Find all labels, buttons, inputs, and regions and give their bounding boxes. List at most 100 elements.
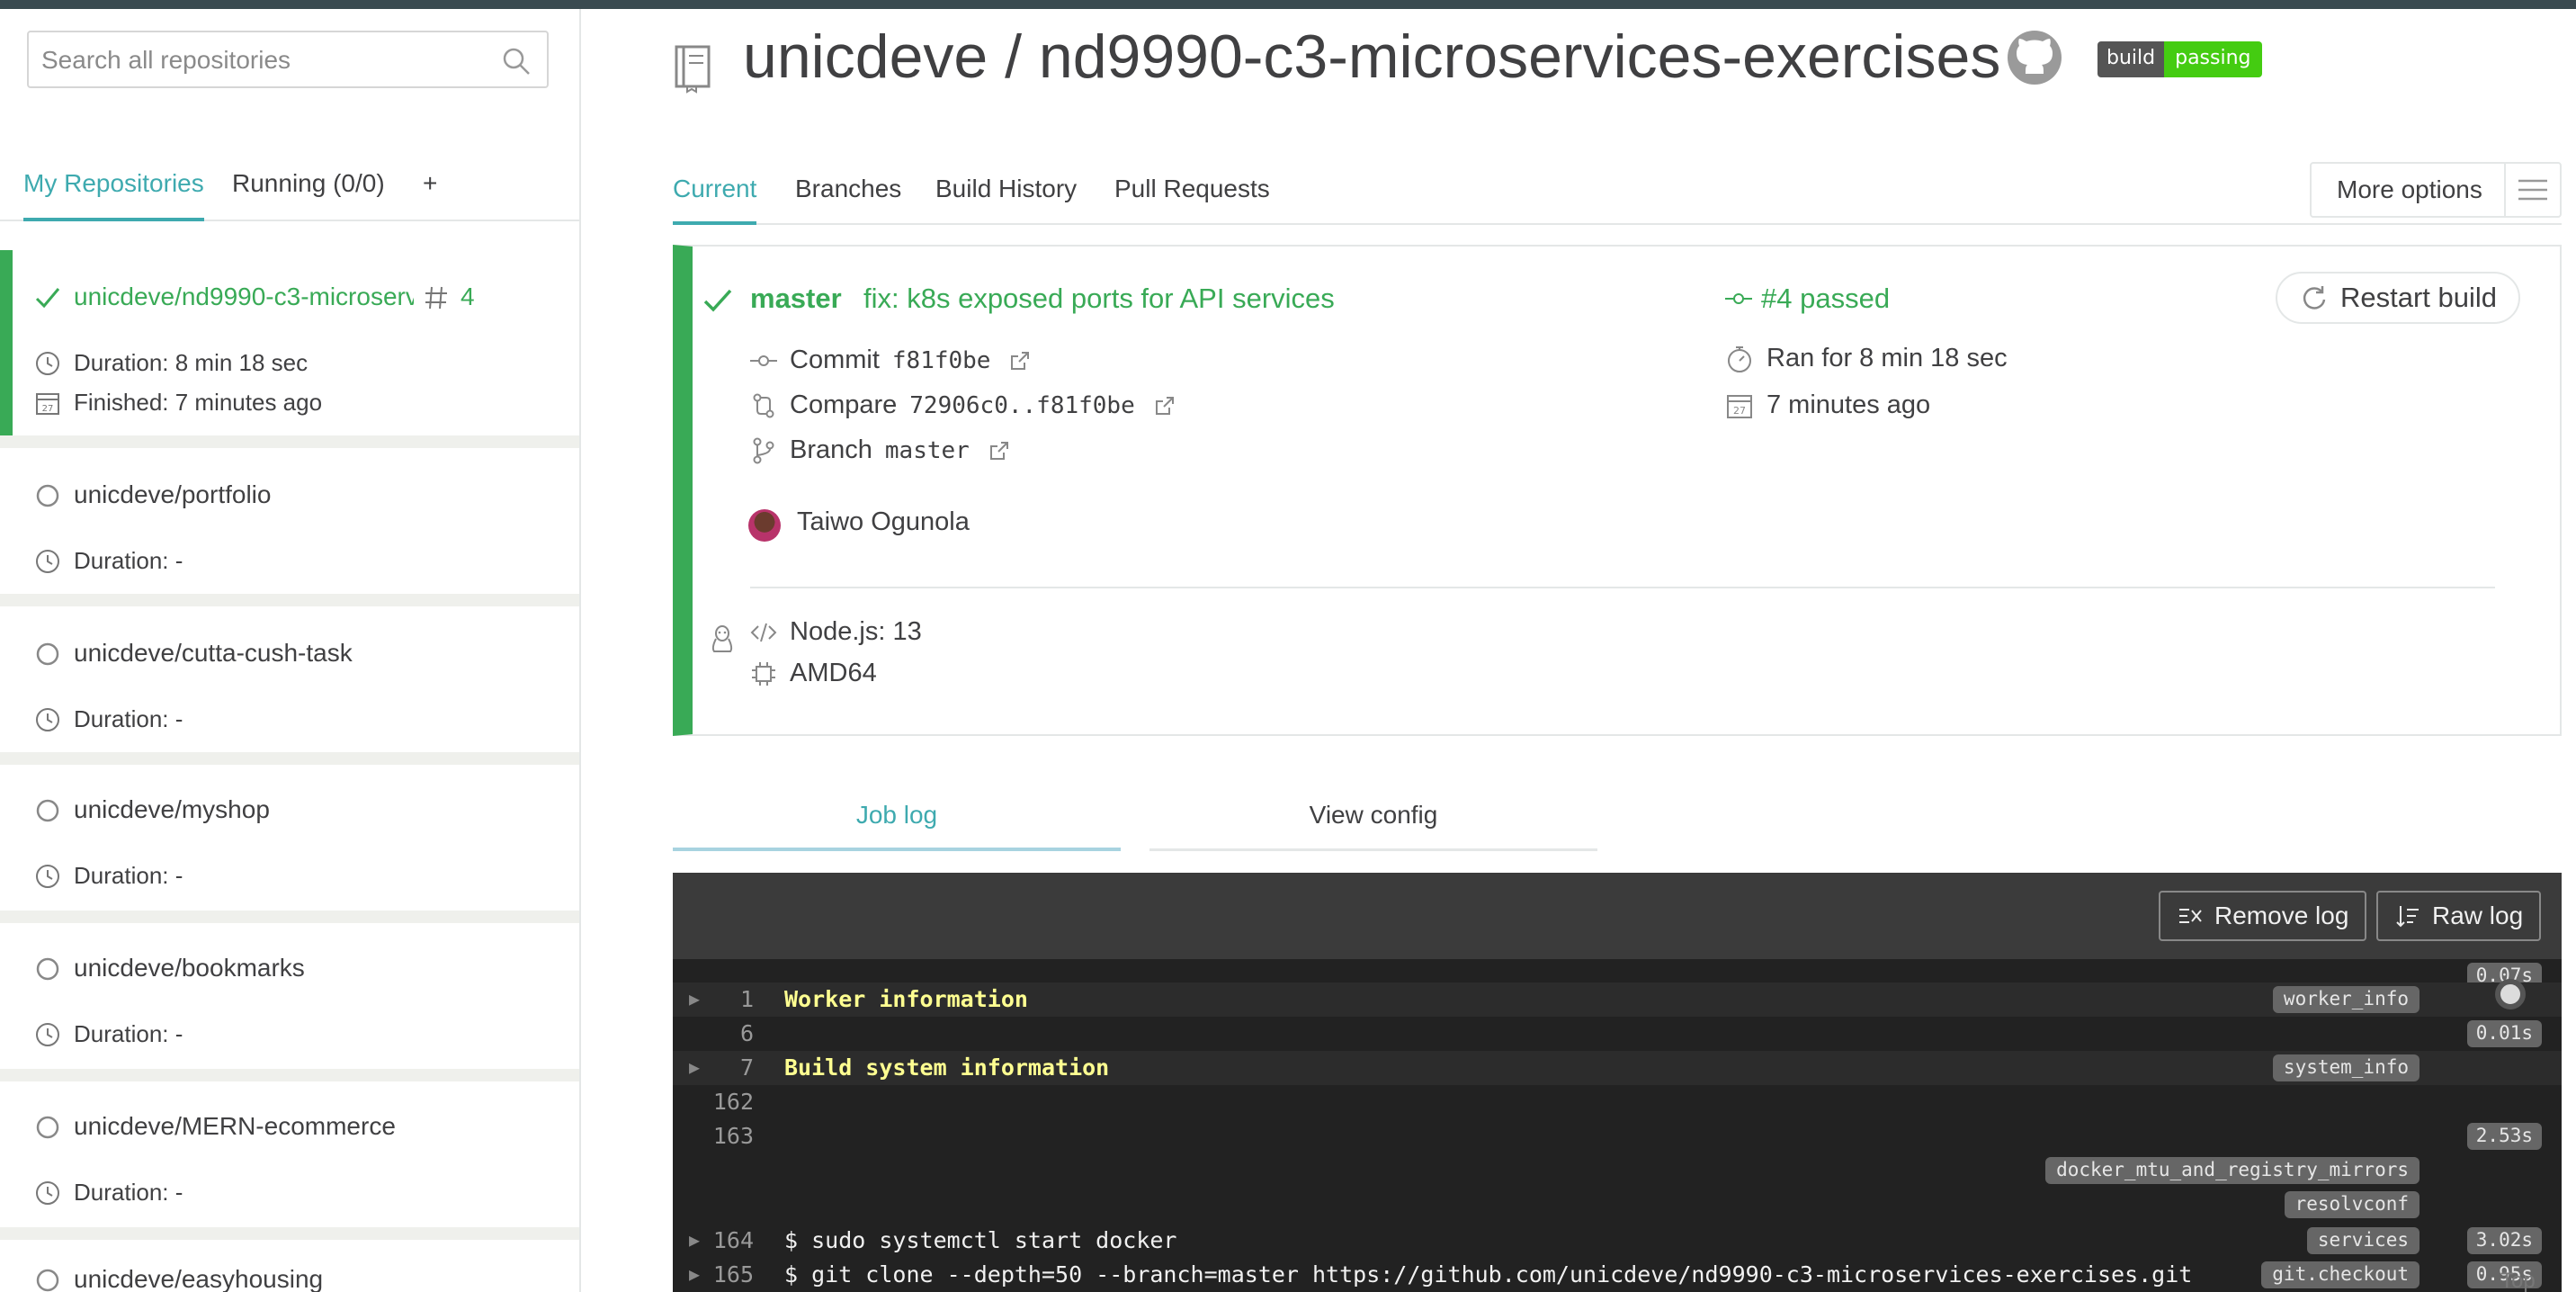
fold-tag: services [2306,1227,2419,1254]
log-line[interactable]: ▶ 164 $ sudo systemctl start docker serv… [673,1224,2562,1258]
duration-text: Duration: 8 min 18 sec [74,349,309,376]
log-toolbar: Remove log Raw log [673,873,2562,959]
compare-icon [753,393,774,417]
tab-view-config[interactable]: View config [1149,783,1597,851]
github-icon[interactable] [2006,29,2063,86]
add-repository-button[interactable]: + [423,169,437,221]
log-line[interactable]: 162 [673,1085,2562,1119]
repo-finished: 27 Finished: 7 minutes ago [34,389,322,417]
status-circle-icon [36,799,59,822]
log-time: 2.53s [2466,1123,2542,1150]
scroll-handle[interactable] [2495,979,2526,1009]
language-row: Node.js: 13 [750,617,922,647]
line-number[interactable]: 162 [709,1089,754,1115]
tab-build-history[interactable]: Build History [935,175,1077,225]
repo-name[interactable]: unicdeve/nd9990-c3-microservices-exercis… [74,283,414,311]
fold-arrow-icon[interactable]: ▶ [689,1229,700,1251]
remove-log-label: Remove log [2214,902,2349,929]
tab-current[interactable]: Current [673,175,757,225]
status-circle-icon [36,957,59,981]
line-number[interactable]: 165 [709,1261,754,1288]
log-line[interactable]: ▶ 1 Worker information worker_info [673,982,2562,1017]
hamburger-icon[interactable] [2504,164,2560,216]
fold-tag: system_info [2272,1054,2419,1081]
log-line[interactable]: ▶ 7 Build system information system_info [673,1051,2562,1085]
search-input[interactable] [41,43,491,77]
ran-for-row: Ran for 8 min 18 sec [1725,344,2008,373]
repo-name[interactable]: unicdeve/easyhousing [74,1265,323,1292]
repo-name[interactable]: unicdeve/cutta-cush-task [74,639,353,668]
repo-item-nd9990[interactable]: unicdeve/nd9990-c3-microservices-exercis… [0,250,579,443]
build-branch[interactable]: master [750,283,842,315]
compare-range[interactable]: 72906c0..f81f0be [909,392,1134,419]
commit-row: Commit f81f0be [750,345,1030,375]
finished-row: 27 7 minutes ago [1725,390,1930,420]
remove-log-button[interactable]: Remove log [2159,891,2367,941]
arch-row: AMD64 [750,659,877,688]
compare-label: Compare [790,390,898,419]
more-options-button[interactable]: More options [2310,162,2562,218]
repo-title: unicdeve / nd9990-c3-microservices-exerc… [743,22,2001,91]
build-state-text: #4 passed [1761,283,1891,314]
line-number[interactable]: 6 [709,1020,754,1046]
commit-message: fix: k8s exposed ports for API services [863,283,1335,314]
scroll-top-link[interactable]: Top [2500,1269,2536,1292]
fold-arrow-icon[interactable]: ▶ [689,988,700,1009]
line-number[interactable]: 163 [709,1123,754,1149]
repo-item-easyhousing[interactable]: unicdeve/easyhousing [0,1240,579,1292]
more-options-label: More options [2337,175,2482,203]
line-number[interactable]: 1 [709,986,754,1012]
tab-branches[interactable]: Branches [795,175,901,225]
status-circle-icon [36,1269,59,1292]
log-line[interactable]: 6 0.01s [673,1017,2562,1051]
repo-duration: Duration: - [34,705,183,733]
build-number[interactable]: 4 [461,283,475,311]
check-icon [703,289,732,312]
external-link-icon[interactable] [1010,351,1030,371]
log-line[interactable]: ▶ 165 $ git clone --depth=50 --branch=ma… [673,1258,2562,1292]
divider [750,587,2495,588]
finished-text: Finished: 7 minutes ago [74,389,323,416]
tab-job-log[interactable]: Job log [673,783,1121,851]
build-status-badge[interactable]: build passing [2097,41,2262,77]
fold-tag: resolvconf [2284,1191,2419,1218]
repo-name[interactable]: unicdeve/bookmarks [74,954,305,982]
repository-search[interactable] [27,31,549,88]
tab-running[interactable]: Running (0/0) [232,169,385,221]
repo-separator [0,752,579,765]
avatar [748,509,781,542]
search-icon[interactable] [502,47,531,76]
branch-value[interactable]: master [885,437,970,464]
clock-icon [36,1022,59,1046]
external-link-icon[interactable] [989,441,1009,461]
remove-log-icon [2179,909,2202,923]
external-link-icon[interactable] [1155,396,1175,416]
badge-value: passing [2164,41,2262,77]
build-summary: master fix: k8s exposed ports for API se… [673,245,2562,736]
repo-name[interactable]: unicdeve/MERN-ecommerce [74,1112,396,1141]
svg-text:27: 27 [42,404,54,414]
repo-item-bookmarks[interactable]: unicdeve/bookmarks Duration: - [0,923,579,1069]
repo-name[interactable]: unicdeve/myshop [74,795,270,824]
tab-my-repositories[interactable]: My Repositories [23,169,204,221]
commit-hash[interactable]: f81f0be [892,347,991,374]
fold-arrow-icon[interactable]: ▶ [689,1263,700,1285]
author-name: Taiwo Ogunola [797,507,970,536]
repo-item-cutta-cush-task[interactable]: unicdeve/cutta-cush-task Duration: - [0,606,579,752]
repo-item-portfolio[interactable]: unicdeve/portfolio Duration: - [0,448,579,594]
log-line[interactable]: 163 2.53s [673,1119,2562,1153]
raw-log-icon [2396,906,2419,928]
repo-item-mern-ecommerce[interactable]: unicdeve/MERN-ecommerce Duration: - [0,1081,579,1227]
build-state[interactable]: #4 passed [1725,283,1890,315]
fold-arrow-icon[interactable]: ▶ [689,1056,700,1078]
repo-item-myshop[interactable]: unicdeve/myshop Duration: - [0,765,579,911]
tab-pull-requests[interactable]: Pull Requests [1114,175,1270,225]
raw-log-button[interactable]: Raw log [2376,891,2542,941]
repo-duration: Duration: 8 min 18 sec [34,349,308,377]
repo-name[interactable]: unicdeve/portfolio [74,480,271,509]
hash-icon [425,286,447,310]
repo-separator [0,1227,579,1240]
line-number[interactable]: 7 [709,1054,754,1081]
line-number[interactable]: 164 [709,1227,754,1253]
restart-build-button[interactable]: Restart build [2276,272,2520,324]
